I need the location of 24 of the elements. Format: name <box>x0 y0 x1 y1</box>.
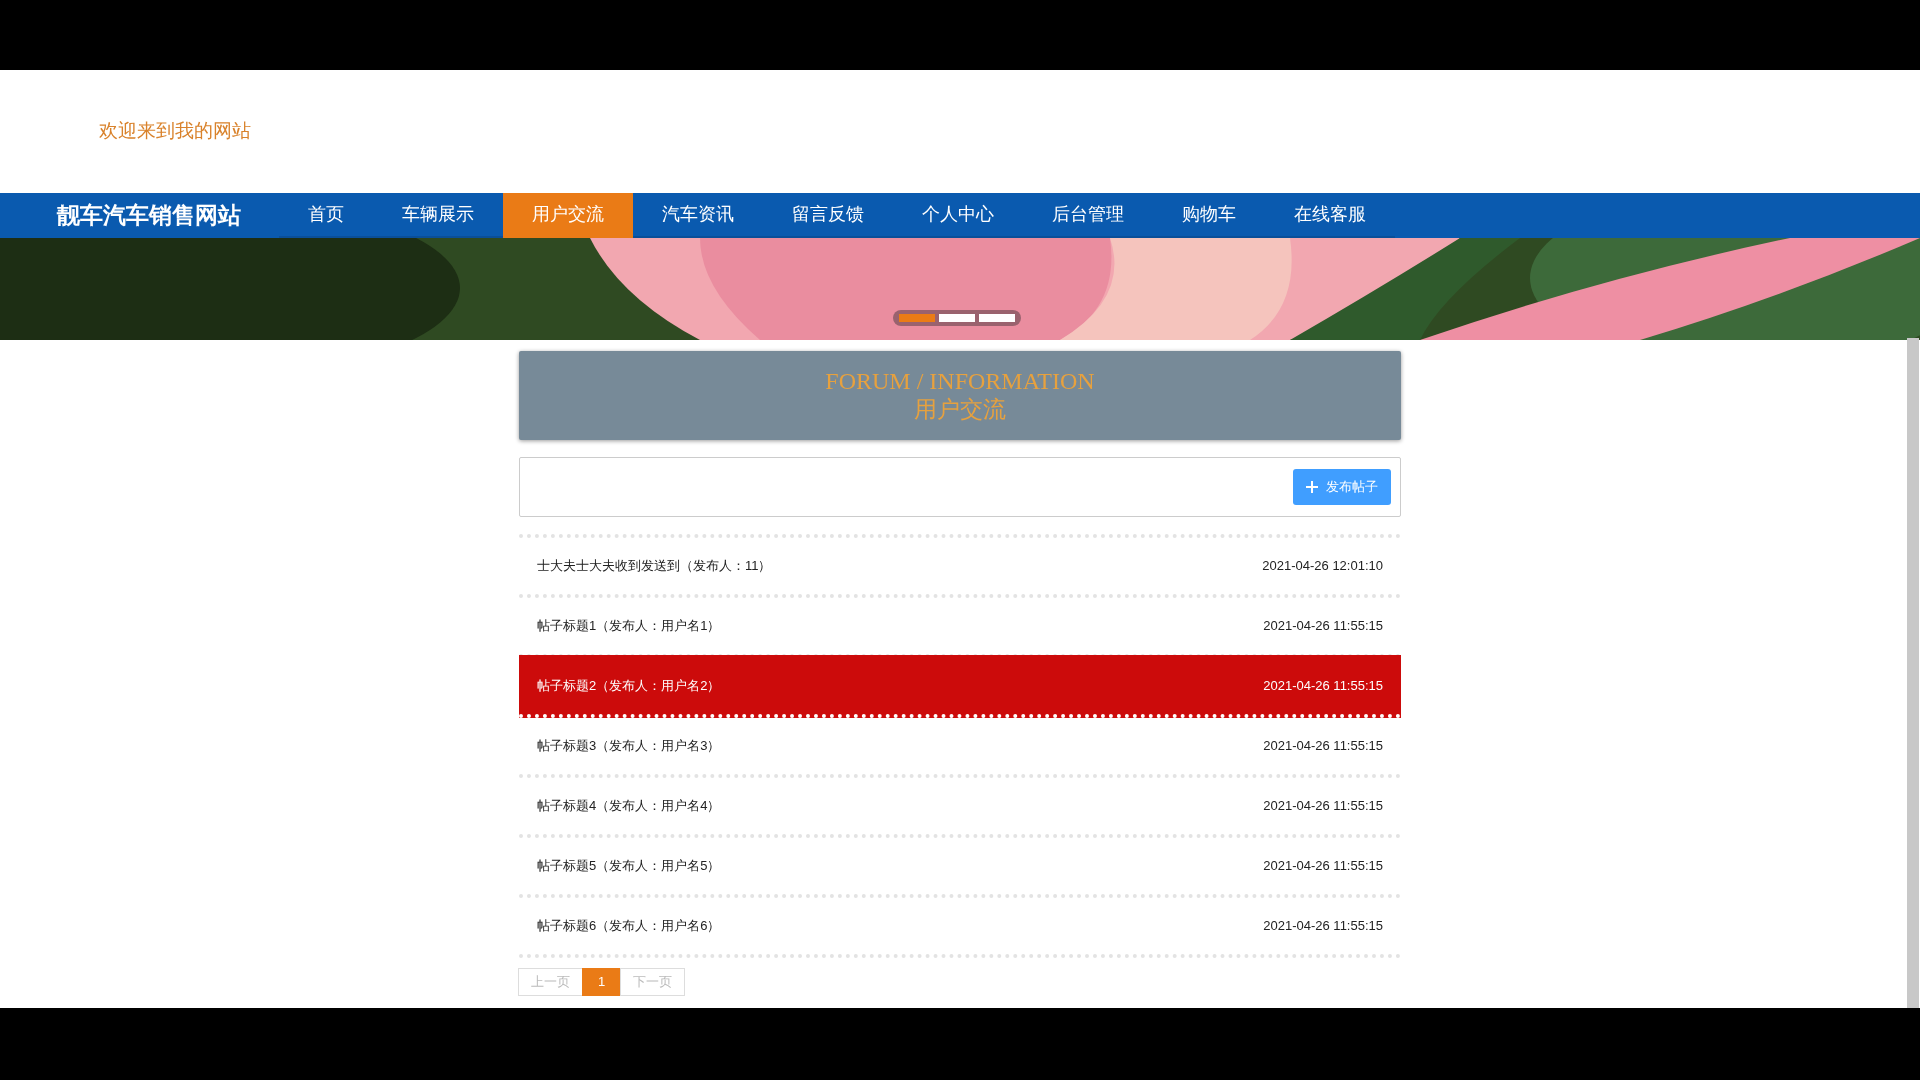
site-brand: 靓车汽车销售网站 <box>55 201 242 231</box>
post-title[interactable]: 帖子标题1（发布人：用户名1） <box>537 616 721 636</box>
post-time: 2021-04-26 11:55:15 <box>1263 917 1383 936</box>
post-time: 2021-04-26 11:55:15 <box>1263 797 1383 816</box>
scrollbar[interactable] <box>1907 338 1919 1008</box>
post-title[interactable]: 帖子标题3（发布人：用户名3） <box>537 736 721 756</box>
post-time: 2021-04-26 11:55:15 <box>1263 617 1383 636</box>
section-subtitle: 用户交流 <box>914 396 1006 424</box>
section-title: FORUM / INFORMATION <box>825 367 1095 397</box>
carousel-indicator[interactable] <box>979 314 1015 322</box>
highlighted-row[interactable]: 帖子标题2（发布人：用户名2） 2021-04-26 11:55:15 <box>519 658 1401 718</box>
carousel-indicator[interactable] <box>939 314 975 322</box>
welcome-text: 欢迎来到我的网站 <box>99 119 251 144</box>
post-title[interactable]: 帖子标题5（发布人：用户名5） <box>537 856 721 876</box>
post-title[interactable]: 士大夫士大夫收到发送到（发布人：11） <box>537 556 772 576</box>
post-time: 2021-04-26 12:01:10 <box>1262 557 1383 576</box>
post-title[interactable]: 帖子标题6（发布人：用户名6） <box>537 916 721 936</box>
post-title[interactable]: 帖子标题2（发布人：用户名2） <box>537 676 721 696</box>
post-time: 2021-04-26 11:55:15 <box>1263 857 1383 876</box>
post-time: 2021-04-26 11:55:15 <box>1263 677 1383 696</box>
plus-icon <box>1306 481 1318 493</box>
carousel-indicator[interactable] <box>899 314 935 322</box>
post-time: 2021-04-26 11:55:15 <box>1263 737 1383 756</box>
post-title[interactable]: 帖子标题4（发布人：用户名4） <box>537 796 721 816</box>
